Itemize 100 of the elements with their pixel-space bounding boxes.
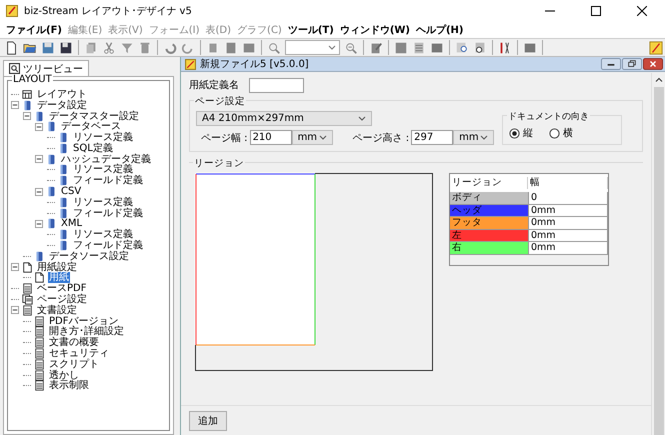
pencil-icon — [649, 40, 663, 54]
collapse-icon[interactable] — [11, 101, 19, 110]
collapse-icon[interactable] — [35, 188, 43, 196]
page-width-field[interactable]: 210 — [250, 130, 292, 145]
page-icon — [34, 272, 45, 284]
save-as-icon[interactable] — [59, 40, 73, 54]
new-file-icon[interactable] — [5, 40, 19, 54]
paper-size-dropdown[interactable]: A4 210mm×297mm — [196, 111, 372, 126]
menu-item[interactable]: ウィンドウ(W) — [336, 23, 413, 37]
radio-button[interactable] — [549, 128, 560, 138]
tree-item[interactable]: SQL定義 — [72, 142, 114, 154]
collapse-icon[interactable] — [35, 155, 43, 164]
tree-item[interactable]: データ設定 — [36, 100, 88, 111]
database-icon — [46, 154, 57, 165]
database-icon — [58, 164, 69, 176]
field-label: ページ幅 : — [201, 132, 248, 144]
tree-item[interactable]: データベース — [60, 121, 122, 132]
zoom-out-icon[interactable] — [344, 40, 358, 54]
table-cell: ボディ — [450, 192, 528, 204]
table-cell: ヘッダ — [450, 204, 528, 217]
menu-item[interactable]: ファイル(F) — [3, 23, 65, 37]
radio-label: 縦 — [523, 127, 534, 140]
tree-item[interactable]: リソース定義 — [72, 229, 134, 240]
tree-item[interactable]: CSV — [60, 186, 82, 198]
database-icon — [58, 142, 69, 154]
tree-item[interactable]: 文書設定 — [36, 304, 78, 316]
unit-dropdown[interactable]: mm — [453, 130, 494, 145]
page-icon[interactable] — [242, 40, 256, 54]
ruler-icon[interactable] — [498, 40, 512, 54]
app-logo-icon — [6, 5, 18, 17]
tree-item[interactable]: フィールド定義 — [72, 175, 144, 186]
tree-item[interactable]: 表示制限 — [48, 380, 90, 392]
tree-item[interactable]: ハッシュデータ定義 — [60, 154, 152, 165]
unit-dropdown[interactable]: mm — [292, 130, 333, 145]
tree-item[interactable]: リソース定義 — [72, 164, 134, 176]
tree-item[interactable]: 開き方･詳細設定 — [48, 326, 125, 338]
list-icon[interactable] — [412, 40, 426, 54]
block-icon[interactable] — [430, 40, 444, 54]
scrollbar[interactable] — [651, 73, 665, 435]
scissors-icon[interactable] — [102, 40, 116, 54]
collapse-icon[interactable] — [11, 306, 19, 314]
tree-item[interactable]: スクリプト — [48, 358, 100, 370]
database-icon — [34, 110, 45, 122]
tree-item[interactable]: フィールド定義 — [72, 240, 144, 252]
caret-icon — [358, 116, 366, 121]
maximize-icon[interactable] — [591, 6, 601, 16]
database-icon — [46, 218, 57, 230]
close-icon[interactable] — [643, 58, 663, 70]
paper-name-field[interactable] — [249, 78, 304, 92]
tree-item[interactable]: 文書の概要 — [48, 337, 100, 348]
database-icon — [34, 250, 45, 262]
block-icon[interactable] — [523, 40, 537, 54]
table-cell: 左 — [450, 230, 528, 242]
tree-item[interactable]: セキュリティ — [48, 348, 110, 360]
table-cell: 0mm — [528, 242, 608, 254]
page-icon[interactable] — [224, 40, 238, 54]
database-icon — [22, 100, 33, 111]
tree-item[interactable]: 用紙設定 — [36, 262, 78, 273]
collapse-icon[interactable] — [35, 122, 43, 131]
menu-item[interactable]: ツール(T) — [284, 23, 337, 37]
save-icon[interactable] — [41, 40, 55, 54]
tree-item[interactable]: リソース定義 — [72, 196, 134, 208]
zoom-in-icon[interactable] — [267, 40, 281, 54]
tree-item[interactable]: 用紙 — [48, 272, 70, 284]
tree-item[interactable]: レイアウト — [36, 88, 88, 100]
database-icon — [58, 229, 69, 240]
radio-button[interactable] — [509, 128, 520, 138]
tree-item[interactable]: ベースPDF — [36, 283, 88, 294]
layout-icon — [22, 88, 33, 100]
minimize-icon[interactable] — [601, 58, 621, 70]
document-icon — [34, 337, 45, 348]
tree-item[interactable]: XML — [60, 218, 84, 230]
pencil-icon — [185, 58, 196, 70]
field-label: 用紙定義名 — [189, 78, 239, 92]
collapse-icon[interactable] — [11, 263, 19, 272]
tree-item[interactable]: フィールド定義 — [72, 208, 144, 219]
tree-item[interactable]: データソース設定 — [48, 250, 130, 262]
restore-icon[interactable] — [622, 58, 642, 70]
preview-icon[interactable] — [455, 40, 469, 54]
database-icon — [58, 175, 69, 186]
collapse-icon[interactable] — [23, 112, 31, 120]
tree-view-tab[interactable]: ツリービュー — [3, 60, 89, 76]
tree-item[interactable]: ページ設定 — [36, 294, 88, 306]
tree-item[interactable]: データマスター設定 — [48, 110, 140, 122]
page-height-field[interactable]: 297 — [411, 130, 454, 145]
close-icon[interactable] — [637, 6, 647, 16]
edit-icon[interactable] — [369, 40, 383, 54]
scroll-up-icon[interactable] — [654, 77, 662, 83]
tree-item[interactable]: PDFバージョン — [48, 316, 120, 327]
tree-item[interactable]: リソース定義 — [72, 132, 134, 144]
menu-item[interactable]: ヘルプ(H) — [412, 23, 466, 37]
search-icon[interactable] — [473, 40, 487, 54]
tree-item[interactable]: 透かし — [48, 370, 80, 381]
collapse-icon[interactable] — [35, 220, 43, 228]
magnifier-icon — [9, 63, 20, 74]
table-cell: 0mm — [528, 204, 608, 217]
undo-icon[interactable] — [163, 40, 177, 54]
add-button[interactable]: 追加 — [189, 410, 227, 430]
radio-label: 横 — [563, 126, 574, 140]
document-icon — [34, 358, 45, 370]
